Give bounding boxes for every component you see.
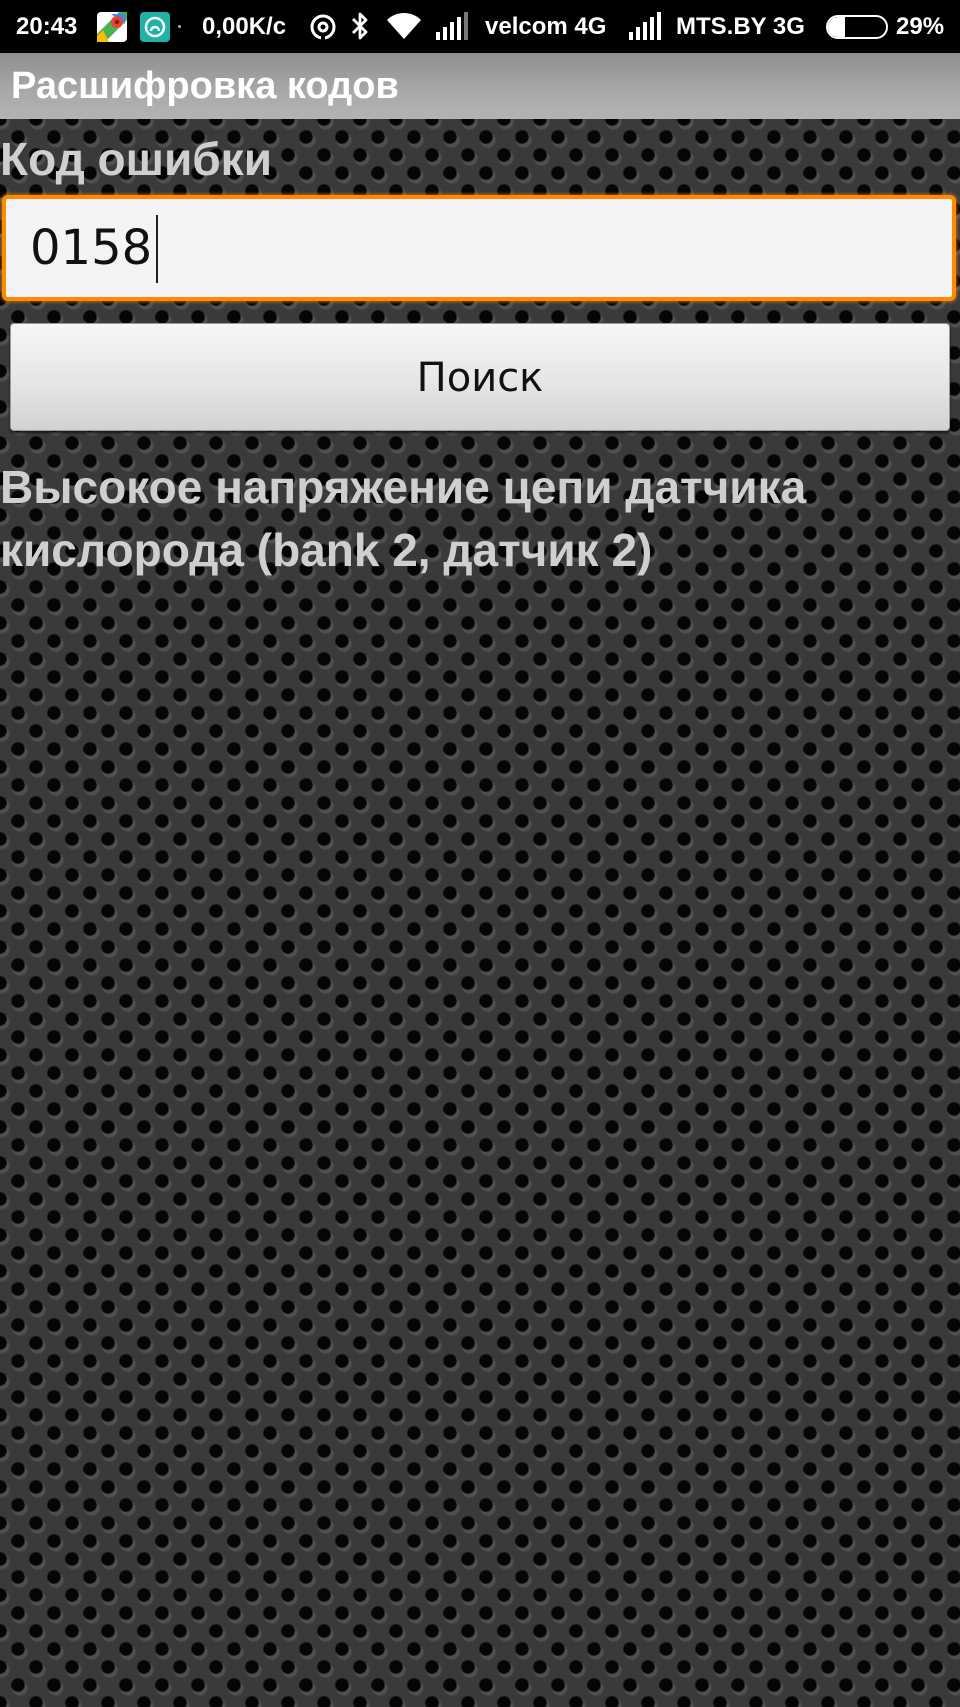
error-code-field[interactable] [2,195,956,301]
error-code-label: Код ошибки [0,133,272,185]
notification-dot [178,25,181,28]
app-icon [140,12,170,42]
error-code-input[interactable] [6,199,952,297]
signal-icon [629,12,661,40]
battery-icon [826,15,888,39]
operator-2: MTS.BY 3G [676,13,805,40]
page-title: Расшифровка кодов [11,65,399,107]
battery-level [828,17,845,37]
search-button[interactable]: Поиск [10,323,950,431]
network-speed: 0,00K/c [202,13,287,40]
text-caret [156,215,158,283]
operator-1: velcom 4G [485,13,607,40]
maps-icon [97,12,127,42]
hotspot-icon [310,14,336,41]
bluetooth-icon [352,12,368,40]
result-description: Высокое напряжение цепи датчика кислород… [0,461,807,576]
app-title-bar: Расшифровка кодов [0,53,960,119]
status-bar: 20:43 0,00K/c velcom 4G MTS.BY 3G 29% [0,0,960,53]
status-time: 20:43 [16,13,78,40]
signal-icon [436,12,468,40]
wifi-icon [387,12,421,39]
battery-percent: 29% [896,13,945,40]
